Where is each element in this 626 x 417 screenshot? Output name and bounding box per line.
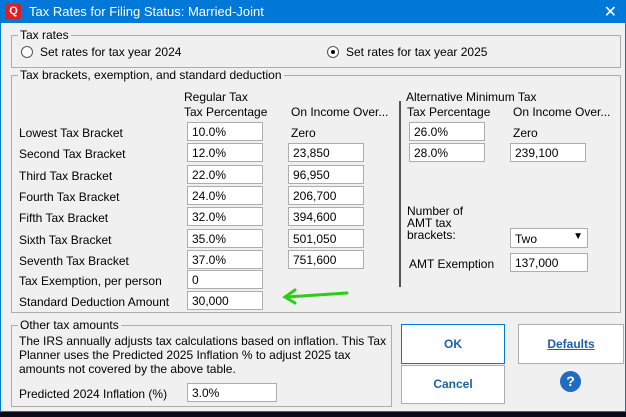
bracket-pct-input[interactable]: 22.0% <box>187 164 263 184</box>
income-header: On Income Over... <box>291 105 389 119</box>
exemption-input[interactable]: 0 <box>187 270 263 289</box>
close-button[interactable]: ✕ <box>604 2 617 22</box>
bracket-pct-input[interactable]: 12.0% <box>187 143 263 163</box>
amt-count-value: Two <box>515 232 538 246</box>
radio-2024-label[interactable]: Set rates for tax year 2024 <box>40 45 181 59</box>
bracket-label: Second Tax Bracket <box>19 147 126 162</box>
amt-count-label: Number of AMT tax brackets: <box>407 204 464 242</box>
other-legend: Other tax amounts <box>18 318 121 332</box>
dialog-window: Q Tax Rates for Filing Status: Married-J… <box>0 0 626 412</box>
deduction-input[interactable]: 30,000 <box>187 291 263 310</box>
exemption-label: Tax Exemption, per person <box>19 274 162 288</box>
help-icon[interactable]: ? <box>560 371 581 392</box>
bracket-pct-input[interactable]: 37.0% <box>187 249 263 269</box>
inflation-label: Predicted 2024 Inflation (%) <box>19 387 168 401</box>
bracket-pct-input[interactable]: 24.0% <box>187 185 263 205</box>
amt-exemption-label: AMT Exemption <box>409 257 495 271</box>
regular-tax-header: Regular Tax <box>184 90 248 104</box>
bracket-income-input[interactable]: 206,700 <box>288 185 364 205</box>
bracket-income: Zero <box>291 126 316 140</box>
radio-2025-label[interactable]: Set rates for tax year 2025 <box>346 45 487 59</box>
amt-count-select[interactable]: Two ▼ <box>510 228 588 248</box>
bracket-income-input[interactable]: 394,600 <box>288 207 364 227</box>
inflation-description: The IRS annually adjusts tax calculation… <box>19 334 387 376</box>
amt-pct-header: Tax Percentage <box>407 105 491 119</box>
amt-income-header: On Income Over... <box>513 105 611 119</box>
window-title: Tax Rates for Filing Status: Married-Joi… <box>29 4 264 19</box>
bracket-pct-input[interactable]: 35.0% <box>187 228 263 248</box>
bracket-income-input[interactable]: 96,950 <box>288 164 364 184</box>
title-bar: Q Tax Rates for Filing Status: Married-J… <box>1 1 626 23</box>
defaults-button[interactable]: Defaults <box>518 324 624 364</box>
amt-pct-input-2[interactable]: 28.0% <box>409 143 485 162</box>
deduction-label: Standard Deduction Amount <box>19 295 170 309</box>
radio-2024[interactable] <box>21 46 33 58</box>
amt-exemption-input[interactable]: 137,000 <box>510 253 588 272</box>
bracket-income-input[interactable]: 23,850 <box>288 143 364 163</box>
bracket-pct-input[interactable]: 32.0% <box>187 207 263 227</box>
inflation-input[interactable]: 3.0% <box>187 383 277 402</box>
bracket-pct-input[interactable]: 10.0% <box>187 122 263 141</box>
bracket-label: Fifth Tax Bracket <box>19 211 109 226</box>
amt-pct-input-1[interactable]: 26.0% <box>409 122 485 141</box>
amt-income-input-2[interactable]: 239,100 <box>510 143 586 162</box>
bracket-label: Fourth Tax Bracket <box>19 189 120 204</box>
bracket-label: Sixth Tax Bracket <box>19 232 112 247</box>
green-arrow-annotation <box>282 288 349 305</box>
cancel-button[interactable]: Cancel <box>401 365 505 404</box>
chevron-down-icon: ▼ <box>573 231 583 242</box>
radio-2025[interactable] <box>327 46 339 58</box>
ok-button[interactable]: OK <box>401 324 505 364</box>
bracket-income-input[interactable]: 751,600 <box>288 249 364 269</box>
pct-header: Tax Percentage <box>184 105 268 119</box>
section-divider <box>399 101 401 287</box>
amt-income-1: Zero <box>513 126 538 140</box>
tax-rates-legend: Tax rates <box>18 28 71 42</box>
brackets-legend: Tax brackets, exemption, and standard de… <box>18 68 284 82</box>
bracket-label: Lowest Tax Bracket <box>19 126 123 140</box>
app-logo-icon: Q <box>6 4 21 19</box>
amt-header: Alternative Minimum Tax <box>406 90 537 104</box>
bracket-income-input[interactable]: 501,050 <box>288 228 364 248</box>
bracket-label: Seventh Tax Bracket <box>19 253 129 268</box>
bracket-label: Third Tax Bracket <box>19 168 113 183</box>
